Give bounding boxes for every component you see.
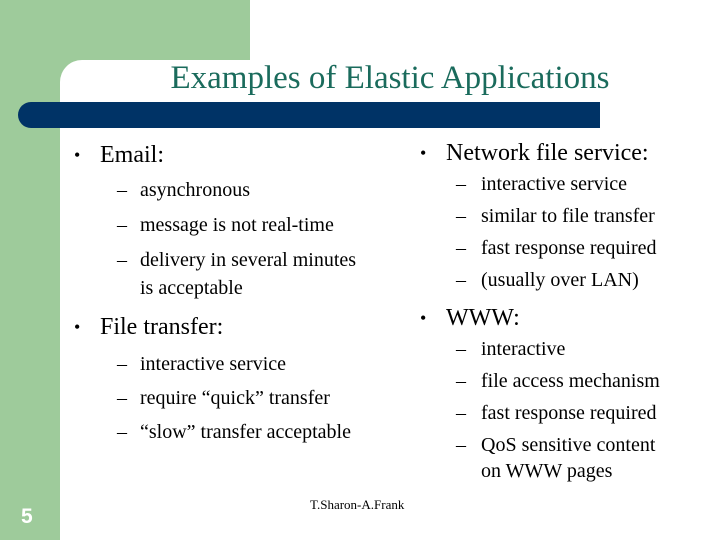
dash-icon: – xyxy=(117,214,127,236)
slide-number: 5 xyxy=(21,505,33,528)
bullet-heading: • File transfer: xyxy=(74,312,223,352)
bullet-icon: • xyxy=(74,145,81,165)
dash-icon: – xyxy=(456,173,466,195)
dash-icon: – xyxy=(456,370,466,392)
heading-text: File transfer: xyxy=(100,314,224,340)
heading-text: Email: xyxy=(100,142,164,168)
dash-icon: – xyxy=(456,402,466,424)
bullet-heading: • WWW: xyxy=(420,303,520,337)
dash-icon: – xyxy=(456,269,466,291)
section-www: • WWW: – interactive – file access mecha… xyxy=(420,303,660,482)
dash-icon: – xyxy=(117,387,127,409)
bullet-icon: • xyxy=(74,317,81,337)
dash-icon: – xyxy=(456,338,466,360)
bullet-heading: • Email: xyxy=(74,140,164,178)
dash-icon: – xyxy=(456,205,466,227)
slide-title: Examples of Elastic Applications xyxy=(170,60,610,96)
section-file-transfer: • File transfer: – interactive service –… xyxy=(74,312,351,443)
bullet-heading: • Network file service: xyxy=(420,138,649,172)
heading-text: Network file service: xyxy=(446,140,649,166)
footer-author: T.Sharon-A.Frank xyxy=(310,497,405,512)
heading-text: WWW: xyxy=(446,305,520,331)
dash-icon: – xyxy=(117,353,127,375)
dash-icon: – xyxy=(117,421,127,443)
title-underline-bar xyxy=(18,102,600,128)
content-panel xyxy=(60,60,720,540)
bullet-icon: • xyxy=(420,143,427,163)
background-green-strip xyxy=(0,0,60,540)
dash-icon: – xyxy=(456,434,466,456)
dash-icon: – xyxy=(117,179,127,201)
section-network-file-service: • Network file service: – interactive se… xyxy=(420,138,657,291)
dash-icon: – xyxy=(117,249,127,271)
section-email: • Email: – asynchronous – message is not… xyxy=(74,140,357,299)
bullet-icon: • xyxy=(420,308,427,328)
dash-icon: – xyxy=(456,237,466,259)
